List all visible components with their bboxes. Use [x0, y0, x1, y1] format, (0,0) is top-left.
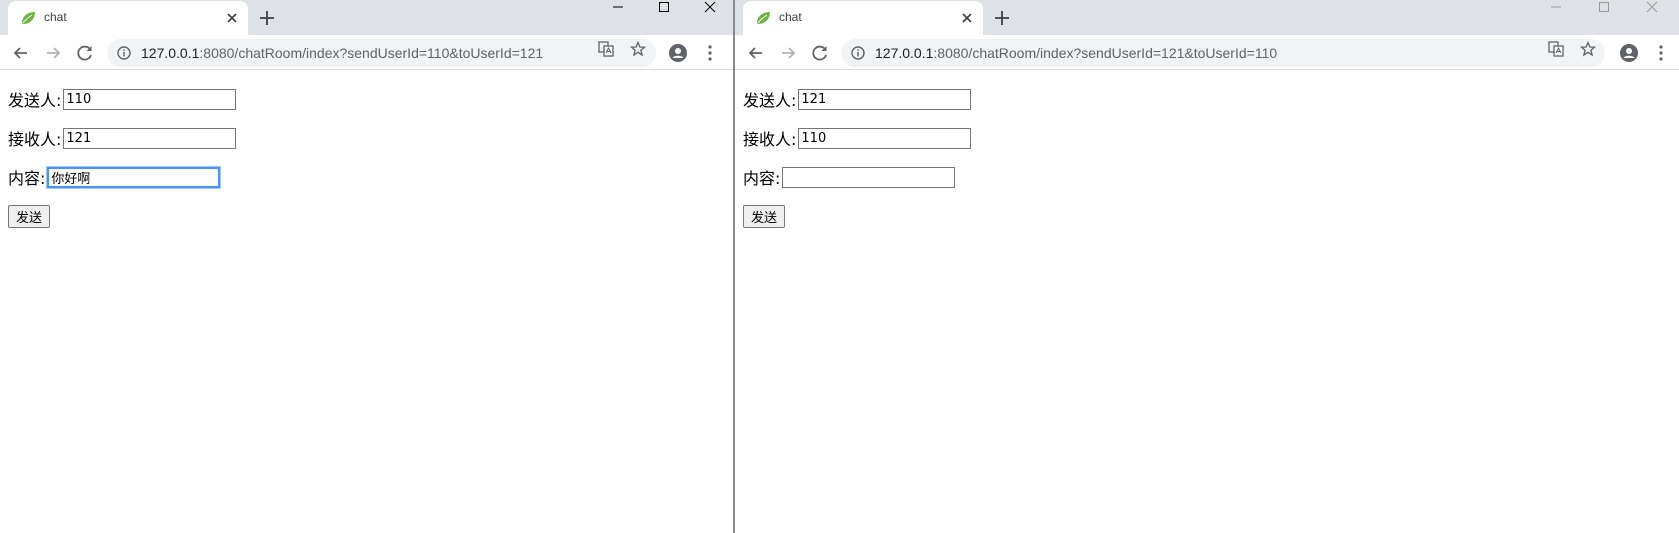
- receiver-input[interactable]: [798, 127, 972, 149]
- address-bar[interactable]: 127.0.0.1:8080/chatRoom/index?sendUserId…: [841, 39, 1605, 67]
- close-window-button[interactable]: [687, 0, 733, 30]
- star-icon[interactable]: [1580, 41, 1596, 57]
- url-host: 127.0.0.1: [141, 45, 200, 61]
- desktop: chat 127.0.0.1:8080/chatRoom/index?sendU…: [0, 0, 1679, 533]
- toolbar: 127.0.0.1:8080/chatRoom/index?sendUserId…: [0, 35, 733, 70]
- minimize-button[interactable]: [1533, 0, 1579, 30]
- receiver-label: 接收人:: [743, 130, 797, 149]
- tab-title: chat: [779, 10, 802, 24]
- arrow-left-icon[interactable]: [746, 43, 766, 63]
- translate-icon[interactable]: [1548, 41, 1564, 57]
- sender-label: 发送人:: [743, 91, 797, 110]
- close-icon[interactable]: [224, 10, 240, 26]
- send-button[interactable]: 发送: [743, 205, 786, 228]
- content-label: 内容:: [8, 169, 46, 188]
- maximize-button[interactable]: [1581, 0, 1627, 30]
- sender-input[interactable]: [798, 88, 972, 110]
- send-button[interactable]: 发送: [8, 205, 51, 228]
- translate-icon[interactable]: [598, 41, 614, 57]
- spring-leaf-icon: [757, 12, 770, 24]
- close-window-button[interactable]: [1629, 0, 1675, 30]
- content-row: 内容:: [8, 165, 222, 189]
- minimize-button[interactable]: [595, 0, 641, 30]
- page-content: 发送人: 接收人: 内容: 发送: [735, 71, 1679, 533]
- star-icon[interactable]: [630, 41, 646, 57]
- tab-title: chat: [44, 10, 67, 24]
- plus-icon[interactable]: [258, 9, 276, 27]
- content-row: 内容:: [743, 166, 956, 188]
- account-icon[interactable]: [1619, 43, 1639, 63]
- receiver-input[interactable]: [63, 127, 237, 149]
- maximize-button[interactable]: [641, 0, 687, 30]
- sender-label: 发送人:: [8, 91, 62, 110]
- url-host: 127.0.0.1: [875, 45, 934, 61]
- plus-icon[interactable]: [993, 9, 1011, 27]
- tab-chat[interactable]: chat: [8, 1, 248, 35]
- info-icon[interactable]: [117, 46, 131, 60]
- minimize-icon: [613, 6, 623, 8]
- content-label: 内容:: [743, 169, 781, 188]
- info-icon[interactable]: [851, 46, 865, 60]
- address-bar[interactable]: 127.0.0.1:8080/chatRoom/index?sendUserId…: [107, 39, 656, 67]
- url-text: 127.0.0.1:8080/chatRoom/index?sendUserId…: [875, 45, 1277, 61]
- browser-window-right: chat 127.0.0.1:8080/chatRoom/index?sendU…: [733, 0, 1679, 533]
- arrow-right-icon[interactable]: [778, 43, 798, 63]
- content-input[interactable]: [782, 166, 956, 188]
- close-icon[interactable]: [959, 10, 975, 26]
- receiver-row: 接收人:: [8, 127, 237, 149]
- close-window-icon: [704, 1, 716, 13]
- spring-leaf-icon: [22, 12, 35, 24]
- maximize-icon: [659, 2, 669, 12]
- browser-window-left: chat 127.0.0.1:8080/chatRoom/index?sendU…: [0, 0, 733, 533]
- tab-strip: chat: [0, 0, 733, 35]
- minimize-icon: [1551, 6, 1561, 8]
- tab-strip: chat: [735, 0, 1679, 35]
- receiver-row: 接收人:: [743, 127, 972, 149]
- account-icon[interactable]: [668, 43, 688, 63]
- close-window-icon: [1646, 1, 1658, 13]
- content-input[interactable]: [46, 165, 222, 189]
- sender-row: 发送人:: [8, 88, 237, 110]
- sender-input[interactable]: [63, 88, 237, 110]
- page-content: 发送人: 接收人: 内容: 发送: [0, 71, 733, 533]
- sender-row: 发送人:: [743, 88, 972, 110]
- url-text: 127.0.0.1:8080/chatRoom/index?sendUserId…: [141, 45, 543, 61]
- kebab-menu-icon[interactable]: [1651, 43, 1671, 63]
- url-path: :8080/chatRoom/index?sendUserId=121&toUs…: [933, 45, 1278, 61]
- kebab-menu-icon[interactable]: [700, 43, 720, 63]
- toolbar: 127.0.0.1:8080/chatRoom/index?sendUserId…: [735, 35, 1679, 70]
- arrow-right-icon[interactable]: [43, 43, 63, 63]
- reload-icon[interactable]: [810, 43, 830, 63]
- receiver-label: 接收人:: [8, 130, 62, 149]
- arrow-left-icon[interactable]: [11, 43, 31, 63]
- maximize-icon: [1599, 2, 1609, 12]
- tab-chat[interactable]: chat: [743, 1, 983, 35]
- reload-icon[interactable]: [75, 43, 95, 63]
- url-path: :8080/chatRoom/index?sendUserId=110&toUs…: [199, 45, 544, 61]
